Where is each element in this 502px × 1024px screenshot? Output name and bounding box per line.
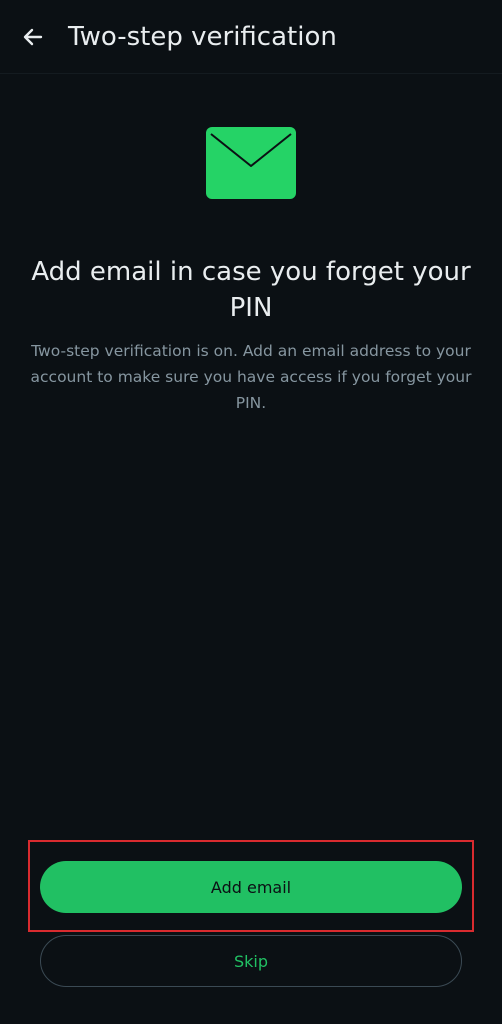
main-title: Add email in case you forget your PIN <box>31 257 471 323</box>
description-text: Two-step verification is on. Add an emai… <box>30 342 472 412</box>
envelope-icon <box>206 127 296 199</box>
arrow-left-icon <box>23 28 43 46</box>
app-header: Two-step verification <box>0 0 502 74</box>
page-title: Two-step verification <box>68 22 337 52</box>
back-button[interactable] <box>16 20 50 54</box>
add-email-button[interactable]: Add email <box>40 861 462 913</box>
skip-button[interactable]: Skip <box>40 935 462 987</box>
